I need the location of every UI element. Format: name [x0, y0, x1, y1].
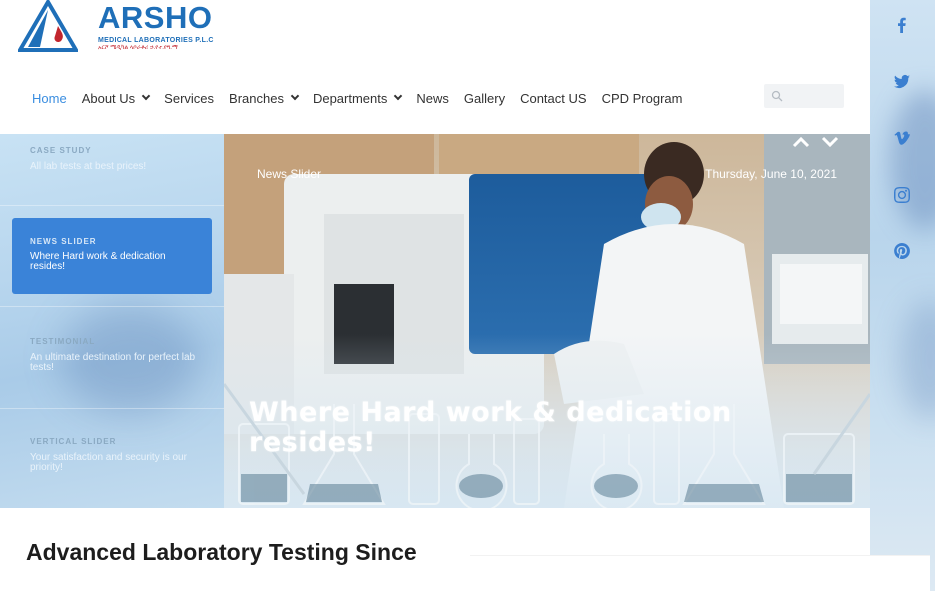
- vimeo-icon[interactable]: [893, 130, 911, 148]
- chevron-down-icon[interactable]: [820, 134, 840, 150]
- nav-item-contact-us[interactable]: Contact US: [520, 89, 586, 107]
- slide-text: An ultimate destination for perfect lab …: [30, 352, 196, 373]
- chevron-up-icon[interactable]: [791, 134, 811, 150]
- slide-text: Where Hard work & dedication resides!: [30, 251, 166, 272]
- slide-category: CASE STUDY: [30, 146, 92, 155]
- nav-label: Home: [32, 90, 67, 106]
- nav-item-home[interactable]: Home: [32, 89, 67, 107]
- page-headline: Advanced Laboratory Testing Since: [26, 539, 417, 565]
- slide-text: Your satisfaction and security is our pr…: [30, 452, 187, 473]
- slider-menu-item-testimonial[interactable]: TESTIMONIAL An ultimate destination for …: [30, 337, 210, 373]
- logo-amharic: አርሾ ሜዲካል ላቦራቶሪ ኃ.የተ.የግ.ማ: [98, 45, 178, 51]
- nav-label: Departments: [312, 90, 388, 106]
- nav-item-about-us[interactable]: About Us: [81, 89, 151, 107]
- nav-label: About Us: [81, 90, 136, 106]
- facebook-icon[interactable]: [893, 17, 911, 35]
- chevron-down-icon: [290, 91, 300, 101]
- slide-content: NEWS SLIDER Where Hard work & dedication…: [30, 237, 200, 272]
- nav-label: News: [416, 90, 449, 106]
- hero-title: Where Hard work & dedication resides!: [249, 397, 732, 458]
- logo[interactable]: ARSHO MEDICAL LABORATORIES P.L.C አርሾ ሜዲካ…: [18, 0, 218, 55]
- hero-slider[interactable]: News Slider Thursday, June 10, 2021 Wher…: [224, 134, 870, 508]
- slider-menu-item-case-study[interactable]: CASE STUDY All lab tests at best prices!: [30, 146, 210, 172]
- slider-menu-item-vertical-slider[interactable]: VERTICAL SLIDER Your satisfaction and se…: [30, 437, 210, 473]
- nav-label: Branches: [229, 90, 284, 106]
- hero-label: News Slider: [257, 167, 322, 181]
- slide-text: All lab tests at best prices!: [30, 161, 147, 172]
- chevron-down-icon: [141, 91, 151, 101]
- nav-item-services[interactable]: Services: [164, 89, 214, 107]
- slider-menu: CASE STUDY All lab tests at best prices!…: [0, 134, 224, 508]
- instagram-icon[interactable]: [893, 187, 911, 205]
- nav-item-cpd-program[interactable]: CPD Program: [602, 89, 683, 107]
- nav-item-departments[interactable]: Departments: [312, 89, 403, 107]
- nav-item-branches[interactable]: Branches: [229, 89, 300, 107]
- search-icon[interactable]: [771, 90, 783, 102]
- nav-label: Gallery: [463, 90, 506, 106]
- content-panel: [470, 555, 930, 591]
- nav-item-news[interactable]: News: [416, 89, 449, 107]
- logo-mark-icon: [18, 0, 78, 52]
- main-nav: Home About Us Services Branches Departme…: [32, 89, 697, 107]
- slider-menu-item-news-slider[interactable]: NEWS SLIDER Where Hard work & dedication…: [12, 218, 212, 294]
- twitter-icon[interactable]: [893, 73, 911, 91]
- nav-item-gallery[interactable]: Gallery: [464, 89, 505, 107]
- slide-category: TESTIMONIAL: [30, 337, 96, 346]
- logo-name: ARSHO: [98, 0, 213, 35]
- logo-subtitle: MEDICAL LABORATORIES P.L.C: [98, 37, 214, 44]
- slide-category: NEWS SLIDER: [30, 237, 97, 246]
- nav-label: Contact US: [520, 90, 587, 106]
- hero-date: Thursday, June 10, 2021: [705, 167, 837, 181]
- chevron-down-icon: [394, 91, 403, 101]
- nav-label: Services: [164, 90, 215, 106]
- divider: [0, 205, 224, 206]
- pinterest-icon[interactable]: [893, 243, 911, 261]
- slide-category: VERTICAL SLIDER: [30, 437, 117, 446]
- divider: [0, 408, 224, 409]
- divider: [0, 306, 224, 307]
- nav-label: CPD Program: [601, 90, 683, 106]
